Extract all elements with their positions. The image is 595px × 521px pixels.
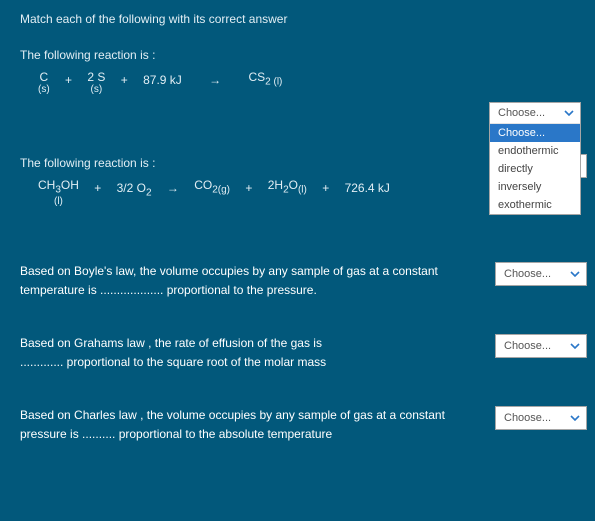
- q2-equation: CH3OH(l) + 3/2 O2 → CO2(g) + 2H2O(l) + 7…: [20, 179, 471, 207]
- q5-select[interactable]: Choose...: [495, 406, 587, 430]
- chevron-down-icon: [570, 415, 580, 421]
- select-placeholder: Choose...: [504, 412, 551, 424]
- question-1: The following reaction is : C(s) + 2 S(s…: [20, 46, 587, 99]
- option-choose[interactable]: Choose...: [490, 124, 580, 142]
- q2-prompt: The following reaction is :: [20, 154, 471, 173]
- question-5: Based on Charles law , the volume occupi…: [20, 406, 587, 443]
- instructions: Match each of the following with its cor…: [20, 12, 587, 26]
- q2-text: The following reaction is : CH3OH(l) + 3…: [20, 154, 481, 207]
- q3-select[interactable]: Choose...: [495, 262, 587, 286]
- q4-text: Based on Grahams law , the rate of effus…: [20, 334, 481, 371]
- option-inversely[interactable]: inversely: [490, 178, 580, 196]
- q1-select-open[interactable]: Choose... Choose... endothermic directly…: [489, 102, 581, 215]
- select-placeholder: Choose...: [498, 107, 545, 119]
- chevron-down-icon: [570, 343, 580, 349]
- chevron-down-icon: [564, 107, 574, 119]
- select-placeholder: Choose...: [504, 340, 551, 352]
- q3-text: Based on Boyle's law, the volume occupie…: [20, 262, 481, 299]
- q1-text: The following reaction is : C(s) + 2 S(s…: [20, 46, 481, 99]
- option-directly[interactable]: directly: [490, 160, 580, 178]
- option-exothermic[interactable]: exothermic: [490, 196, 580, 214]
- q4-select[interactable]: Choose...: [495, 334, 587, 358]
- question-3: Based on Boyle's law, the volume occupie…: [20, 262, 587, 299]
- chevron-down-icon: [570, 271, 580, 277]
- select-header[interactable]: Choose...: [490, 103, 580, 124]
- option-endothermic[interactable]: endothermic: [490, 142, 580, 160]
- q5-text: Based on Charles law , the volume occupi…: [20, 406, 481, 443]
- select-placeholder: Choose...: [504, 268, 551, 280]
- q1-equation: C(s) + 2 S(s) + 87.9 kJ → CS2 (l): [20, 71, 471, 99]
- q1-prompt: The following reaction is :: [20, 46, 471, 65]
- question-4: Based on Grahams law , the rate of effus…: [20, 334, 587, 371]
